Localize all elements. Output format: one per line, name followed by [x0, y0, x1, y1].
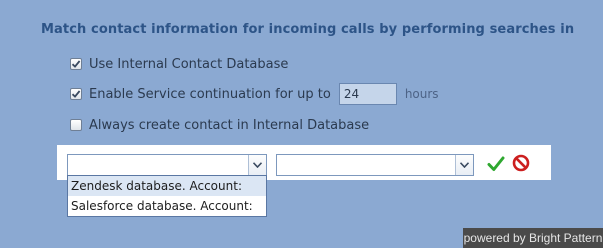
option-label: Always create contact in Internal Databa… — [89, 117, 370, 133]
hours-input[interactable] — [338, 83, 397, 105]
hours-unit-label: hours — [404, 87, 439, 101]
option-label: Enable Service continuation for up to — [89, 86, 331, 102]
dropdown-option-salesforce[interactable]: Salesforce database. Account: — [68, 196, 266, 216]
checkmark-icon — [71, 90, 81, 98]
powered-by-badge: powered by Bright Pattern — [463, 228, 603, 248]
chevron-down-icon[interactable] — [455, 155, 473, 175]
checkmark-icon — [71, 60, 81, 68]
checkbox-internal-db[interactable] — [70, 58, 82, 70]
option-internal-db[interactable]: Use Internal Contact Database — [70, 55, 288, 73]
source-dropdown-list: Zendesk database. Account: Salesforce da… — [67, 175, 267, 217]
option-always-create[interactable]: Always create contact in Internal Databa… — [70, 116, 369, 134]
checkbox-always-create[interactable] — [70, 119, 82, 131]
checkbox-service-continuation[interactable] — [70, 88, 82, 100]
source-select[interactable] — [67, 154, 267, 176]
cancel-icon[interactable] — [512, 154, 530, 172]
account-select[interactable] — [276, 154, 474, 176]
section-heading: Match contact information for incoming c… — [41, 22, 575, 37]
chevron-down-icon[interactable] — [248, 155, 266, 175]
ok-check-icon[interactable] — [487, 155, 505, 173]
option-service-continuation[interactable]: Enable Service continuation for up to ho… — [70, 83, 439, 105]
dropdown-option-zendesk[interactable]: Zendesk database. Account: — [68, 176, 266, 196]
option-label: Use Internal Contact Database — [89, 56, 289, 72]
